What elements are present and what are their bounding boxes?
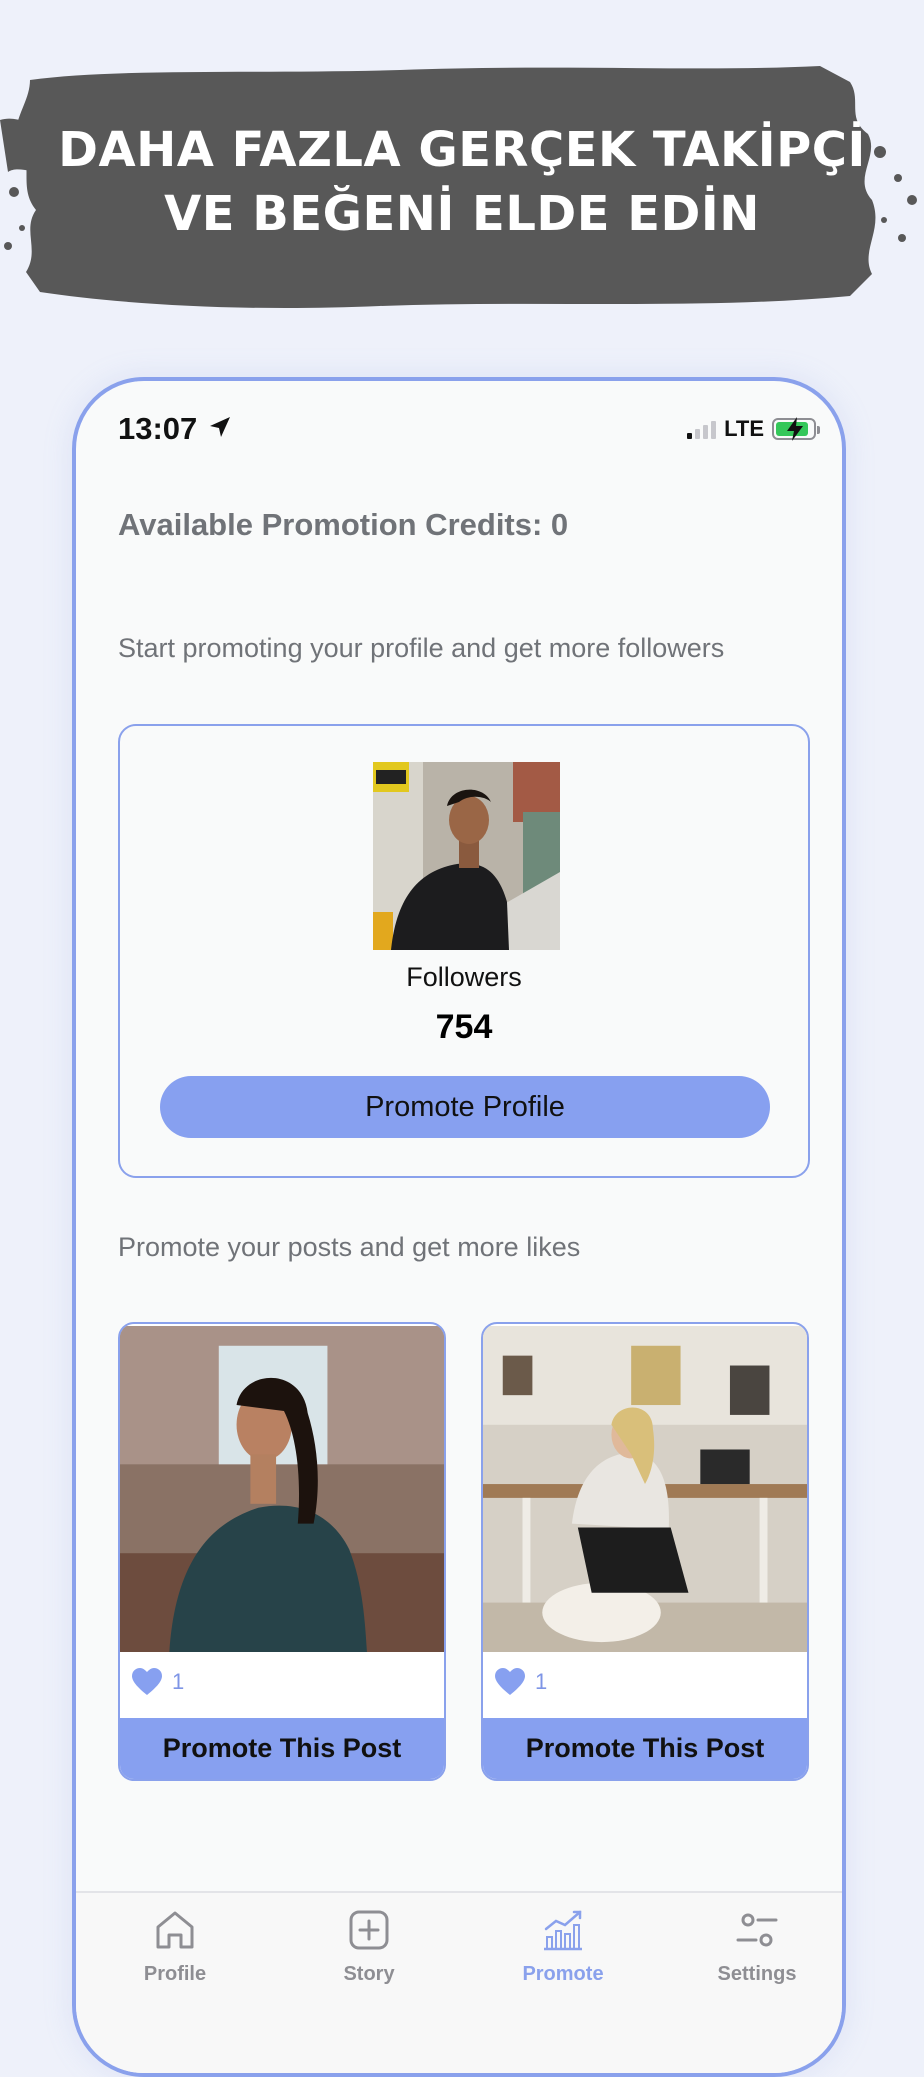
tab-bar: Profile Story Promote Settings: [76, 1891, 842, 2073]
post-likes: 1: [132, 1660, 184, 1704]
post-photo: [120, 1326, 444, 1652]
banner-title: DAHA FAZLA GERÇEK TAKİPÇİ VE BEĞENİ ELDE…: [40, 118, 884, 246]
tab-label: Settings: [717, 1963, 797, 1985]
status-indicators: LTE: [687, 416, 820, 442]
tab-promote[interactable]: Promote: [483, 1907, 643, 1986]
profile-photo: [373, 762, 560, 950]
tab-story[interactable]: Story: [289, 1907, 449, 1986]
location-arrow-icon: [210, 417, 230, 437]
status-bar: 13:07 LTE: [76, 381, 842, 491]
banner-title-line-1: DAHA FAZLA GERÇEK TAKİPÇİ: [58, 122, 866, 178]
heart-icon[interactable]: [132, 1668, 162, 1696]
plus-square-icon: [349, 1910, 389, 1950]
banner-title-line-2: VE BEĞENİ ELDE EDİN: [164, 186, 760, 242]
cellular-signal-icon: [687, 419, 717, 439]
profile-promo-intro: Start promoting your profile and get mor…: [118, 633, 725, 663]
network-type: LTE: [724, 416, 764, 441]
promote-post-button[interactable]: Promote This Post: [483, 1718, 807, 1779]
promotion-credits: Available Promotion Credits: 0: [118, 507, 569, 542]
profile-promo-card: Followers 754 Promote Profile: [118, 724, 810, 1178]
promo-banner: DAHA FAZLA GERÇEK TAKİPÇİ VE BEĞENİ ELDE…: [0, 60, 924, 330]
chart-icon: [544, 1910, 582, 1951]
like-count: 1: [535, 1669, 548, 1694]
post-photo: [483, 1326, 807, 1652]
sliders-icon: [736, 1913, 778, 1947]
post-card: 1 Promote This Post: [481, 1322, 809, 1781]
promote-profile-button[interactable]: Promote Profile: [160, 1076, 770, 1138]
battery-charging-icon: [772, 417, 820, 441]
tab-profile[interactable]: Profile: [95, 1907, 255, 1986]
promote-post-button[interactable]: Promote This Post: [120, 1718, 444, 1779]
status-time: 13:07: [118, 411, 198, 446]
posts-promo-intro: Promote your posts and get more likes: [118, 1232, 581, 1262]
tab-label: Story: [343, 1963, 395, 1985]
phone-frame: 13:07 LTE Available Promotion Credits: 0…: [72, 377, 846, 2077]
post-likes: 1: [495, 1660, 547, 1704]
heart-icon[interactable]: [495, 1668, 525, 1696]
followers-label: Followers: [406, 962, 522, 992]
tab-settings[interactable]: Settings: [677, 1907, 837, 1986]
tab-label: Promote: [522, 1963, 604, 1985]
like-count: 1: [172, 1669, 185, 1694]
home-icon: [156, 1911, 194, 1949]
post-card: 1 Promote This Post: [118, 1322, 446, 1781]
followers-count: 754: [435, 1008, 493, 1046]
tab-label: Profile: [143, 1963, 207, 1985]
